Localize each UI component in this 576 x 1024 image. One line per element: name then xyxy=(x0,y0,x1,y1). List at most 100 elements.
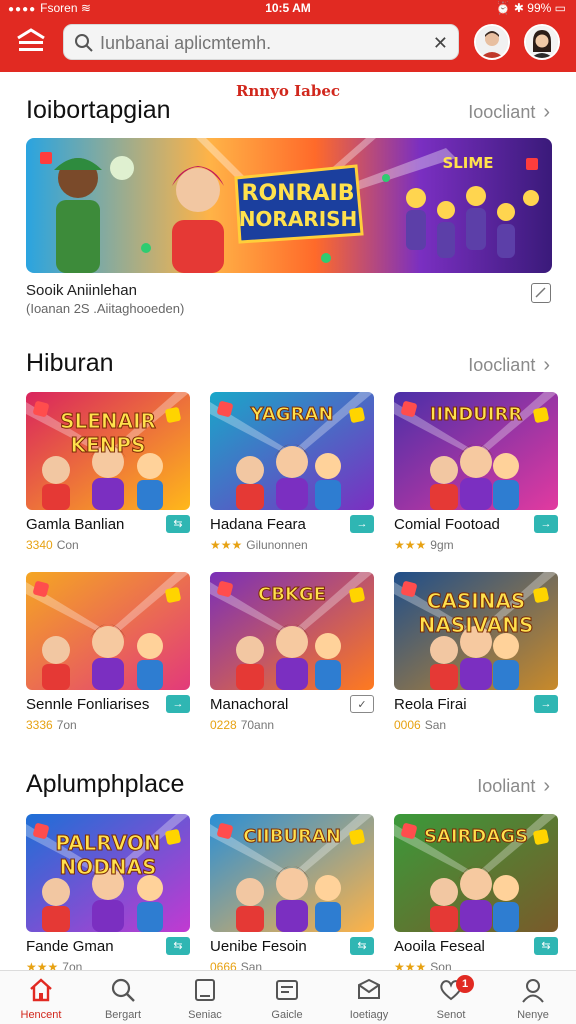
app-card[interactable]: SLENAIR KENPS Gamla Banlian 3340 Con ⇆ xyxy=(26,392,190,552)
nav-item-3[interactable]: Gaicle xyxy=(246,977,328,1021)
app-thumbnail[interactable]: CBKGE xyxy=(210,572,374,690)
news-icon xyxy=(246,977,328,1005)
nav-label: Senot xyxy=(436,1009,466,1021)
app-thumbnail[interactable]: IINDUIRR xyxy=(394,392,558,510)
menu-button[interactable] xyxy=(14,26,48,56)
game-artwork: YAGRAN xyxy=(210,392,374,510)
app-header: ●●●●Fsoren ≋ 10:5 AM ⏰ ✱ 99% ▭ ✕ xyxy=(0,0,576,72)
nav-label: Nenye xyxy=(517,1009,549,1021)
clear-icon[interactable]: ✕ xyxy=(433,34,448,52)
chevron-right-icon: › xyxy=(543,354,550,376)
home-icon xyxy=(0,977,82,1005)
nav-item-2[interactable]: Seniac xyxy=(164,977,246,1021)
nav-label: Seniac xyxy=(188,1009,222,1021)
app-action-button[interactable]: ⇆ xyxy=(350,937,374,955)
banner-caption: Sooik Aniinlehan xyxy=(26,282,137,299)
heart-icon xyxy=(410,977,492,1005)
app-rating: 3336 xyxy=(26,718,53,732)
app-card[interactable]: CASINAS NASIVANS Reola Firai 0006 San → xyxy=(394,572,558,732)
see-all-entertainment[interactable]: Ioocliant › xyxy=(468,354,550,377)
person-avatar-icon xyxy=(476,26,508,58)
art-title-line-2: KENPS xyxy=(71,433,146,457)
app-meta: ★★★ Gilunonnen xyxy=(210,538,308,552)
app-name: Gamla Banlian xyxy=(26,516,125,533)
app-meta: 0006 San xyxy=(394,718,446,732)
chevron-right-icon: › xyxy=(543,101,550,123)
app-action-button[interactable]: ⇆ xyxy=(534,937,558,955)
app-rating: 0228 xyxy=(210,718,237,732)
avatar-profile[interactable] xyxy=(524,24,560,60)
app-card[interactable]: Sennle Fonliarises 3336 7on → xyxy=(26,572,190,732)
game-artwork: CASINASNASIVANS xyxy=(394,572,558,690)
search-input[interactable] xyxy=(100,29,420,57)
see-all-featured[interactable]: Ioocliant › xyxy=(468,101,550,124)
banner-art-title-1: RONRAIB xyxy=(242,181,355,206)
app-card[interactable]: SAIRDAGS Aooila Feseal ★★★ Son ⇆ xyxy=(394,814,558,974)
app-action-button[interactable]: ⇆ xyxy=(166,937,190,955)
section-title-featured: Ioibortapgian xyxy=(26,96,171,124)
diagonal-arrow-icon xyxy=(535,287,546,298)
nav-label: Gaicle xyxy=(271,1009,303,1021)
app-thumbnail[interactable]: CIIBURAN xyxy=(210,814,374,932)
art-title-line-2: NASIVANS xyxy=(419,613,534,637)
banner-art-badge: SLIME xyxy=(442,154,493,172)
notification-badge: 1 xyxy=(456,975,474,993)
status-battery: ⏰ ✱ 99% ▭ xyxy=(495,1,566,15)
see-all-marketplace[interactable]: Iooliant › xyxy=(477,775,550,798)
menu-icon xyxy=(17,28,45,51)
app-action-button[interactable]: → xyxy=(166,695,190,713)
bottom-navigation: Hencent Bergart Seniac Gaicle Ioetiagy 1 Senot… xyxy=(0,970,576,1024)
art-title-line-2: NODNAS xyxy=(60,855,157,879)
expand-icon[interactable] xyxy=(531,283,551,303)
app-rating: ★★★ xyxy=(394,538,427,552)
art-title-line-1: CASINAS xyxy=(427,589,526,613)
app-action-button[interactable]: → xyxy=(534,515,558,533)
art-title-line-1: CBKGE xyxy=(258,584,326,605)
banner-art-title-2: NORARISH xyxy=(239,207,358,231)
banner-artwork: RONRAIB NORARISH SLIME xyxy=(26,138,552,273)
art-title-line-1: PALRVON xyxy=(55,831,160,855)
app-thumbnail[interactable]: CASINAS NASIVANS xyxy=(394,572,558,690)
app-action-button[interactable]: ⇆ xyxy=(166,515,190,533)
app-name: Sennle Fonliarises xyxy=(26,696,150,713)
app-card[interactable]: CBKGE Manachoral 0228 70ann ✓ xyxy=(210,572,374,732)
app-name: Hadana Feara xyxy=(210,516,306,533)
app-thumbnail[interactable] xyxy=(26,572,190,690)
status-time: 10:5 AM xyxy=(265,1,311,15)
avatar-account[interactable] xyxy=(474,24,510,60)
app-card[interactable]: CIIBURAN Uenibe Fesoin 0666 San ⇆ xyxy=(210,814,374,974)
app-meta-text: Con xyxy=(56,538,79,552)
nav-label: Hencent xyxy=(20,1009,62,1021)
app-thumbnail[interactable]: SLENAIR KENPS xyxy=(26,392,190,510)
app-meta-text: 70ann xyxy=(240,718,275,732)
user-icon xyxy=(492,977,574,1005)
app-name: Comial Footoad xyxy=(394,516,500,533)
featured-banner[interactable]: RONRAIB NORARISH SLIME xyxy=(26,138,552,273)
nav-item-0[interactable]: Hencent xyxy=(0,977,82,1021)
nav-item-5[interactable]: 1 Senot xyxy=(410,975,492,1021)
app-meta: 3336 7on xyxy=(26,718,77,732)
app-card[interactable]: IINDUIRR Comial Footoad ★★★ 9gm → xyxy=(394,392,558,552)
art-title-line-1: CIIBURAN xyxy=(243,826,341,847)
nav-item-4[interactable]: Ioetiagy xyxy=(328,977,410,1021)
game-artwork: CIIBURAN xyxy=(210,814,374,932)
app-name: Uenibe Fesoin xyxy=(210,938,307,955)
app-meta-text: San xyxy=(424,718,447,732)
app-meta: 0228 70ann xyxy=(210,718,274,732)
search-icon xyxy=(82,977,164,1005)
app-card[interactable]: YAGRAN Hadana Feara ★★★ Gilunonnen → xyxy=(210,392,374,552)
nav-item-1[interactable]: Bergart xyxy=(82,977,164,1021)
app-card[interactable]: PALRVON NODNAS Fande Gman ★★★ 7on ⇆ xyxy=(26,814,190,974)
app-action-button[interactable]: → xyxy=(534,695,558,713)
app-action-button[interactable]: → xyxy=(350,515,374,533)
app-name: Aooila Feseal xyxy=(394,938,485,955)
app-action-button[interactable]: ✓ xyxy=(350,695,374,713)
art-title-line-1: SAIRDAGS xyxy=(424,826,528,847)
art-title-line-1: IINDUIRR xyxy=(430,404,523,425)
app-thumbnail[interactable]: YAGRAN xyxy=(210,392,374,510)
app-thumbnail[interactable]: SAIRDAGS xyxy=(394,814,558,932)
person-avatar-icon xyxy=(526,26,558,58)
nav-item-6[interactable]: Nenye xyxy=(492,977,574,1021)
app-rating: 0006 xyxy=(394,718,421,732)
app-thumbnail[interactable]: PALRVON NODNAS xyxy=(26,814,190,932)
